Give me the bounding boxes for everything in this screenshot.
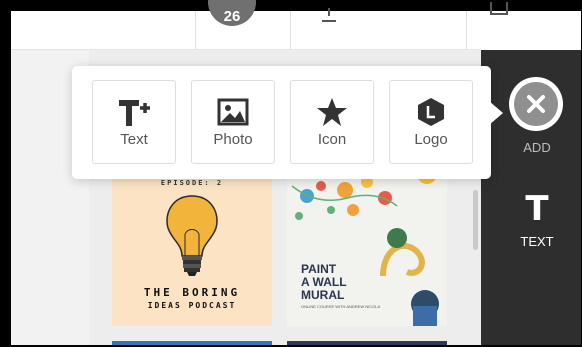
template-card-boring-ideas[interactable]: EPISODE: 2 THE BORING IDEAS PODCAST bbox=[112, 176, 272, 326]
card-title-line2: IDEAS PODCAST bbox=[147, 301, 237, 310]
download-icon[interactable] bbox=[319, 8, 339, 28]
template-card[interactable] bbox=[112, 341, 272, 345]
text-tool-button[interactable]: T TEXT bbox=[507, 187, 567, 257]
add-photo-button[interactable]: Photo bbox=[191, 80, 275, 164]
photo-icon bbox=[192, 95, 274, 129]
add-icon-label: Icon bbox=[317, 131, 347, 148]
add-photo-label: Photo bbox=[213, 131, 253, 148]
card-mural-title: PAINT A WALL MURAL bbox=[301, 262, 347, 302]
share-icon[interactable] bbox=[489, 2, 509, 16]
add-text-label: Text bbox=[120, 131, 148, 148]
template-card[interactable] bbox=[287, 341, 447, 345]
text-tool-label: TEXT bbox=[520, 234, 554, 249]
add-menu-popup: Text Photo Icon Logo bbox=[72, 66, 491, 179]
app-frame: EPISODE: 2 THE BORING IDEAS PODCAST PAIN… bbox=[11, 11, 581, 345]
add-label: ADD bbox=[523, 140, 551, 155]
card-mural-subtitle: ONLINE COURSE WITH ANDREW NICOLA bbox=[301, 304, 381, 309]
toolbar-divider bbox=[195, 11, 196, 49]
template-card-paint-mural[interactable]: PAINT A WALL MURAL ONLINE COURSE WITH AN… bbox=[287, 176, 447, 326]
close-icon bbox=[514, 82, 558, 126]
toolbar-divider bbox=[466, 11, 467, 49]
add-icon-button[interactable]: Icon bbox=[290, 80, 374, 164]
text-t-icon: T bbox=[525, 189, 549, 229]
star-icon bbox=[291, 95, 373, 129]
add-logo-button[interactable]: Logo bbox=[389, 80, 473, 164]
card-title-line1: THE BORING bbox=[143, 286, 241, 299]
add-logo-label: Logo bbox=[414, 131, 448, 148]
scrollbar[interactable] bbox=[473, 190, 478, 250]
popup-pointer bbox=[489, 101, 503, 125]
add-text-button[interactable]: Text bbox=[92, 80, 176, 164]
text-plus-icon bbox=[93, 95, 175, 129]
toolbar-divider bbox=[290, 11, 291, 49]
close-add-menu-button[interactable] bbox=[509, 77, 563, 131]
logo-hexagon-icon bbox=[390, 95, 472, 129]
